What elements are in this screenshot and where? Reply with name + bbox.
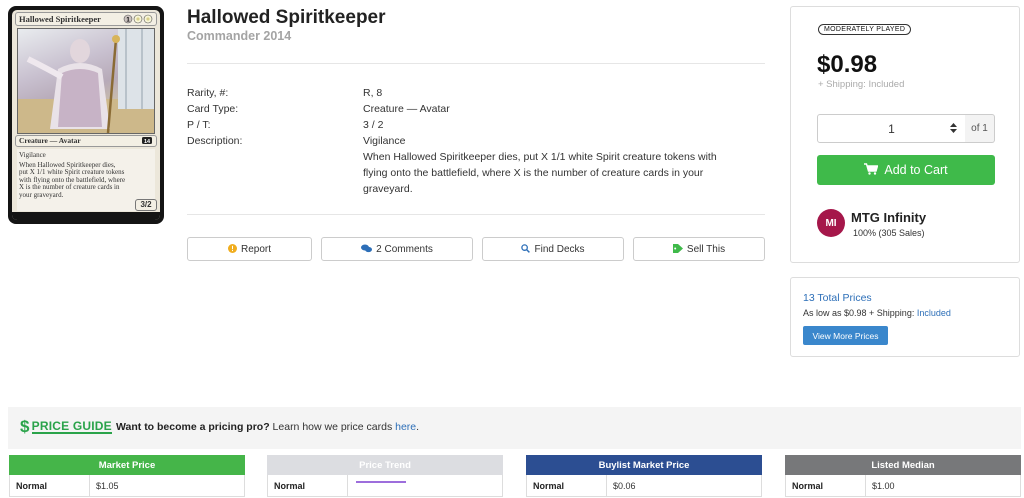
seller-avatar[interactable]: MI — [817, 209, 845, 237]
card-artwork — [17, 28, 155, 134]
table-row: Normal — [267, 475, 503, 497]
card-image-power-toughness: 3/2 — [135, 199, 157, 211]
market-price-table: Market Price Normal $1.05 — [9, 455, 245, 497]
card-image-type-line: Creature — Avatar 14 — [15, 135, 157, 147]
listing-box: MODERATELY PLAYED $0.98 + Shipping: Incl… — [790, 6, 1020, 263]
page-title: Hallowed Spiritkeeper — [187, 7, 386, 28]
find-decks-button[interactable]: Find Decks — [482, 237, 624, 261]
card-image-name: Hallowed Spiritkeeper — [19, 14, 101, 24]
condition-badge: MODERATELY PLAYED — [818, 24, 912, 35]
dollar-icon: $ — [20, 417, 30, 436]
detail-row-description: Description: Vigilance When Hallowed Spi… — [187, 133, 765, 197]
price-guide-bar: $ PRICE GUIDE Want to become a pricing p… — [8, 407, 1021, 449]
divider — [187, 214, 765, 215]
search-icon — [521, 243, 531, 255]
set-name-link[interactable]: Commander 2014 — [187, 29, 291, 43]
card-image-footer — [12, 212, 160, 220]
more-prices-box: 13 Total Prices As low as $0.98 + Shippi… — [790, 277, 1020, 357]
table-row: Normal $1.05 — [9, 475, 245, 497]
report-button[interactable]: Report — [187, 237, 312, 261]
detail-row-rarity: Rarity, #: R, 8 — [187, 87, 383, 99]
select-arrows-icon — [950, 123, 957, 135]
listed-median-header: Listed Median — [785, 455, 1021, 475]
table-row: Normal $1.00 — [785, 475, 1021, 497]
sell-this-button[interactable]: Sell This — [633, 237, 765, 261]
card-image-title: Hallowed Spiritkeeper 1 — [15, 12, 157, 26]
table-row: Normal $0.06 — [526, 475, 762, 497]
warning-icon — [227, 243, 237, 255]
svg-text:14: 14 — [144, 139, 151, 145]
card-image[interactable]: Hallowed Spiritkeeper 1 Creature — Avata… — [8, 6, 164, 224]
set-symbol-icon: 14 — [141, 136, 153, 148]
card-frame: Hallowed Spiritkeeper 1 Creature — Avata… — [12, 10, 160, 220]
description-text: Vigilance When Hallowed Spiritkeeper die… — [363, 135, 717, 195]
market-price-header: Market Price — [9, 455, 245, 475]
quantity-available: of 1 — [965, 114, 995, 143]
seller-rating: 100% (305 Sales) — [853, 228, 925, 238]
detail-row-pt: P / T: 3 / 2 — [187, 119, 384, 131]
cart-icon — [864, 162, 879, 178]
price-trend-table: Price Trend Normal — [267, 455, 503, 497]
learn-pricing-link[interactable]: here — [395, 421, 416, 433]
view-more-prices-button[interactable]: View More Prices — [803, 326, 888, 345]
tag-icon — [672, 243, 683, 255]
pricing-pro-text: Want to become a pricing pro? Learn how … — [116, 421, 420, 433]
buylist-price-header: Buylist Market Price — [526, 455, 762, 475]
mana-cost-icon: 1 — [123, 14, 153, 27]
comments-icon — [361, 244, 373, 255]
shipping-text: + Shipping: Included — [818, 79, 905, 90]
total-prices-link[interactable]: 13 Total Prices — [803, 292, 872, 304]
card-details: Rarity, #: R, 8 Card Type: Creature — Av… — [187, 85, 765, 197]
seller-name-link[interactable]: MTG Infinity — [851, 210, 926, 225]
comments-button[interactable]: 2 Comments — [321, 237, 473, 261]
listing-price: $0.98 — [817, 51, 878, 78]
price-trend-header: Price Trend — [267, 455, 503, 475]
price-trend-sparkline — [348, 479, 414, 493]
buylist-price-table: Buylist Market Price Normal $0.06 — [526, 455, 762, 497]
price-guide-logo[interactable]: $ PRICE GUIDE — [20, 418, 112, 435]
divider — [187, 63, 765, 64]
lowest-price-text: As low as $0.98 + Shipping: Included — [803, 308, 951, 318]
detail-row-card-type: Card Type: Creature — Avatar — [187, 103, 450, 115]
add-to-cart-button[interactable]: Add to Cart — [817, 155, 995, 185]
listed-median-table: Listed Median Normal $1.00 — [785, 455, 1021, 497]
quantity-select[interactable]: 1 — [817, 114, 966, 143]
